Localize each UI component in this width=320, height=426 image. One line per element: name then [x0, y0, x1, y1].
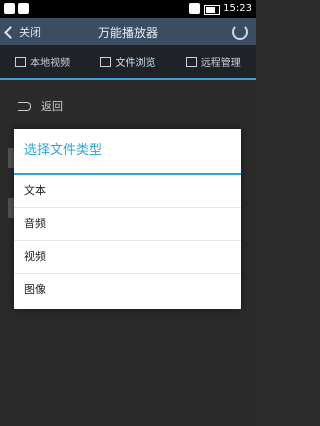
message-icon — [18, 3, 29, 14]
file-type-dialog: 选择文件类型 文本 音频 视频 图像 — [14, 129, 241, 309]
remote-icon — [185, 56, 197, 67]
dialog-title: 选择文件类型 — [14, 129, 241, 175]
status-time: 15:23 — [223, 3, 252, 14]
tab-label: 本地视频 — [30, 58, 71, 69]
option-audio[interactable]: 音频 — [14, 208, 241, 241]
option-text[interactable]: 文本 — [14, 175, 241, 208]
wifi-icon — [189, 3, 200, 14]
status-bar: 15:23 — [0, 0, 256, 18]
tab-local-video[interactable]: 本地视频 — [0, 45, 85, 78]
tab-label: 文件浏览 — [115, 58, 156, 69]
notification-icon — [4, 3, 15, 14]
return-row[interactable]: 返回 — [18, 98, 63, 114]
status-left-icons — [4, 3, 29, 14]
title-bar: 关闭 万能播放器 — [0, 18, 256, 45]
app-title: 万能播放器 — [97, 26, 158, 40]
tab-bar: 本地视频 文件浏览 远程管理 — [0, 45, 256, 80]
folder-icon — [100, 56, 112, 67]
tab-label: 远程管理 — [200, 58, 241, 69]
refresh-icon[interactable] — [232, 24, 248, 40]
status-right-icons — [189, 3, 220, 15]
option-video[interactable]: 视频 — [14, 241, 241, 274]
tab-remote-manage[interactable]: 远程管理 — [171, 45, 256, 78]
film-icon — [15, 56, 27, 67]
tab-file-browse[interactable]: 文件浏览 — [85, 45, 170, 78]
option-image[interactable]: 图像 — [14, 274, 241, 306]
return-label: 返回 — [41, 100, 63, 113]
return-icon — [18, 101, 31, 111]
battery-icon — [204, 4, 220, 15]
